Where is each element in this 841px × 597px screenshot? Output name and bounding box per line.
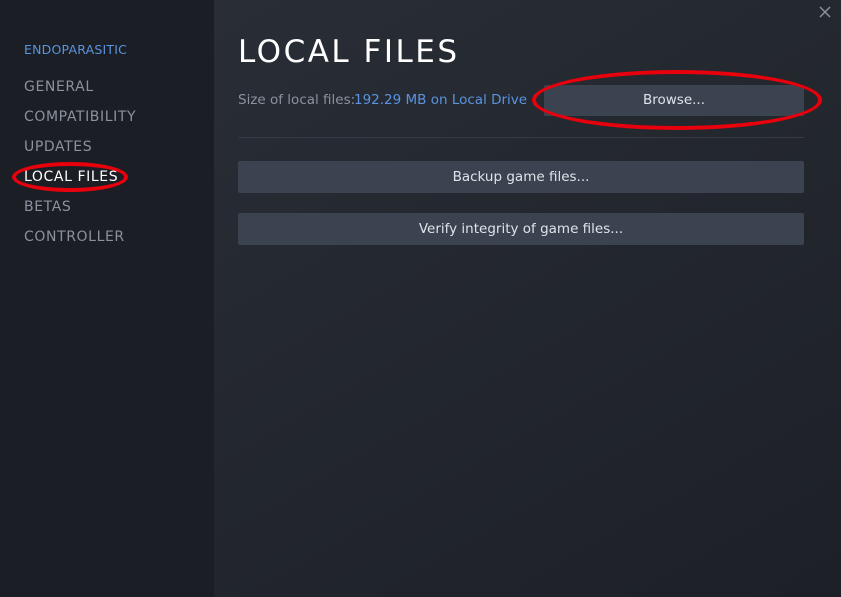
size-label: Size of local files: (238, 92, 356, 108)
sidebar: ENDOPARASITIC GENERAL COMPATIBILITY UPDA… (0, 0, 214, 597)
properties-window: ENDOPARASITIC GENERAL COMPATIBILITY UPDA… (0, 0, 841, 597)
backup-game-files-button[interactable]: Backup game files... (238, 161, 804, 193)
divider (238, 137, 804, 138)
browse-button[interactable]: Browse... (544, 85, 804, 116)
game-title: ENDOPARASITIC (24, 42, 128, 57)
sidebar-item-local-files[interactable]: LOCAL FILES (24, 169, 118, 185)
close-button[interactable] (817, 4, 833, 20)
sidebar-item-compatibility[interactable]: COMPATIBILITY (24, 109, 136, 125)
sidebar-item-updates[interactable]: UPDATES (24, 139, 92, 155)
sidebar-item-betas[interactable]: BETAS (24, 199, 71, 215)
sidebar-item-general[interactable]: GENERAL (24, 79, 94, 95)
size-value-link[interactable]: 192.29 MB on Local Drive ( (354, 92, 537, 108)
close-icon (819, 6, 831, 18)
verify-integrity-button[interactable]: Verify integrity of game files... (238, 213, 804, 245)
sidebar-item-controller[interactable]: CONTROLLER (24, 229, 125, 245)
page-title: LOCAL FILES (238, 34, 460, 70)
